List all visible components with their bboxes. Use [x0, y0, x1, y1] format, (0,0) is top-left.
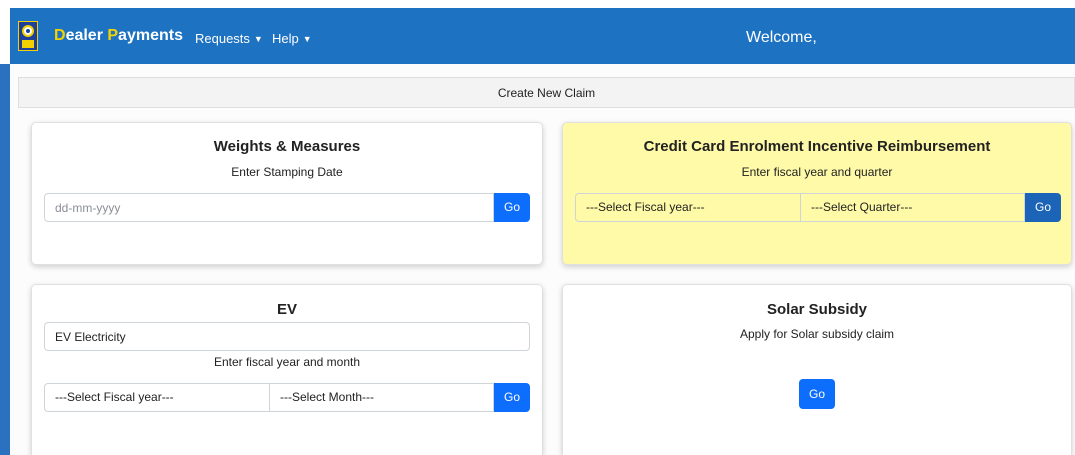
brand-word-dealer: ealer: [65, 27, 108, 44]
solar-subsidy-card: Solar Subsidy Apply for Solar subsidy cl…: [562, 284, 1072, 455]
brand-letter-p: P: [107, 27, 119, 44]
ev-subtitle: Enter fiscal year and month: [213, 355, 361, 369]
credit-card-subtitle: Enter fiscal year and quarter: [741, 165, 893, 179]
caret-down-icon: ▼: [253, 34, 263, 44]
solar-subsidy-go-button[interactable]: Go: [799, 379, 835, 409]
help-menu-label: Help: [272, 31, 299, 46]
main-content: Create New Claim Weights & Measures Ente…: [10, 64, 1075, 455]
create-claim-header: Create New Claim: [18, 77, 1075, 108]
ev-fiscal-year-select[interactable]: ---Select Fiscal year---: [44, 383, 270, 412]
app-brand[interactable]: Dealer Payments: [54, 27, 183, 45]
ev-type-input[interactable]: [44, 322, 530, 351]
brand-letter-d: D: [54, 27, 66, 44]
ev-input-group: ---Select Fiscal year--- ---Select Month…: [44, 383, 530, 412]
solar-subsidy-title: Solar Subsidy: [766, 301, 868, 318]
navbar: Dealer Payments Requests ▼ Help ▼ Welcome,: [10, 8, 1075, 64]
ev-month-select[interactable]: ---Select Month---: [270, 383, 494, 412]
weights-measures-subtitle: Enter Stamping Date: [231, 165, 343, 179]
company-logo-icon[interactable]: [18, 21, 38, 51]
requests-menu-label: Requests: [195, 31, 250, 46]
credit-card-title: Credit Card Enrolment Incentive Reimburs…: [643, 138, 991, 155]
top-strip: [0, 0, 1075, 8]
ev-go-button[interactable]: Go: [494, 383, 530, 412]
help-menu[interactable]: Help ▼: [272, 31, 312, 46]
solar-subsidy-subtitle: Apply for Solar subsidy claim: [739, 327, 895, 341]
brand-word-payments: ayments: [118, 27, 183, 44]
weights-measures-card: Weights & Measures Enter Stamping Date G…: [31, 122, 543, 265]
caret-down-icon: ▼: [302, 34, 312, 44]
credit-card-input-group: ---Select Fiscal year--- ---Select Quart…: [575, 193, 1061, 222]
stamping-date-group: Go: [44, 193, 530, 222]
ev-title: EV: [276, 301, 297, 318]
credit-card-go-button[interactable]: Go: [1025, 193, 1061, 222]
credit-card-fiscal-year-select[interactable]: ---Select Fiscal year---: [575, 193, 801, 222]
stamping-date-input[interactable]: [44, 193, 494, 222]
requests-menu[interactable]: Requests ▼: [195, 31, 263, 46]
weights-measures-go-button[interactable]: Go: [494, 193, 530, 222]
credit-card-card: Credit Card Enrolment Incentive Reimburs…: [562, 122, 1072, 265]
welcome-text: Welcome,: [746, 29, 817, 46]
credit-card-quarter-select[interactable]: ---Select Quarter---: [801, 193, 1025, 222]
left-edge-bar: [0, 64, 10, 455]
ev-card: EV Enter fiscal year and month ---Select…: [31, 284, 543, 455]
weights-measures-title: Weights & Measures: [213, 138, 361, 155]
